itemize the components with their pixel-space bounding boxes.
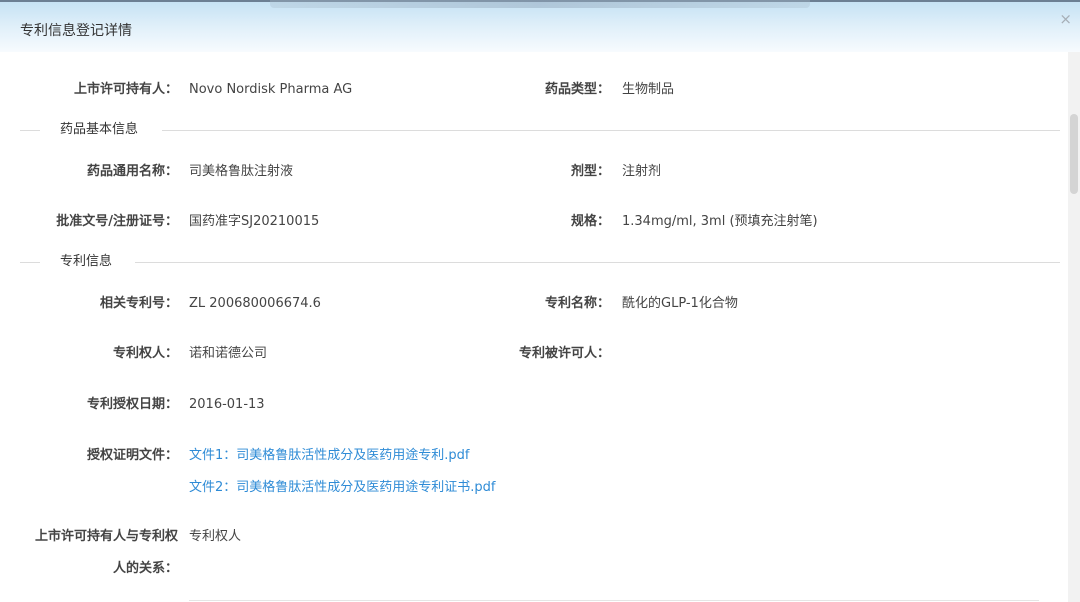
section-patent-label: 专利信息 bbox=[60, 254, 113, 269]
approval-no-label: 批准文号/注册证号： bbox=[56, 214, 178, 229]
relation-label-line1: 上市许可持有人与专利权 bbox=[34, 529, 178, 544]
row-cert-file-2: 文件2：司美格鲁肽活性成分及医药用途专利证书.pdf bbox=[0, 477, 1060, 499]
section-patent-info: 专利信息 bbox=[20, 252, 1060, 272]
row-generic-name: 药品通用名称： 司美格鲁肽注射液 剂型： 注射剂 bbox=[0, 161, 1060, 183]
section-basic-label: 药品基本信息 bbox=[60, 122, 139, 137]
dosage-form-label: 剂型： bbox=[570, 164, 610, 179]
patent-detail-dialog: 专利信息登记详情 × 上市许可持有人： Novo Nordisk Pharma … bbox=[0, 0, 1080, 602]
grant-date-value: 2016-01-13 bbox=[189, 397, 265, 412]
holder-label: 上市许可持有人： bbox=[73, 82, 178, 97]
divider bbox=[162, 130, 1060, 131]
holder-value: Novo Nordisk Pharma AG bbox=[189, 82, 353, 97]
row-cert-file-1: 授权证明文件： 文件1：司美格鲁肽活性成分及医药用途专利.pdf bbox=[0, 445, 1060, 467]
generic-name-value: 司美格鲁肽注射液 bbox=[189, 164, 294, 179]
licensee-label: 专利被许可人： bbox=[518, 346, 610, 361]
divider bbox=[135, 262, 1060, 263]
row-patentee: 专利权人： 诺和诺德公司 专利被许可人： bbox=[0, 343, 1060, 365]
background-page-banner bbox=[270, 0, 810, 8]
row-relation-2: 人的关系： bbox=[0, 558, 1060, 580]
scrollbar[interactable] bbox=[1068, 52, 1080, 602]
spec-label: 规格： bbox=[570, 214, 610, 229]
patentee-label: 专利权人： bbox=[112, 346, 178, 361]
row-approval-no: 批准文号/注册证号： 国药准字SJ20210015 规格： 1.34mg/ml,… bbox=[0, 211, 1060, 233]
patentee-value: 诺和诺德公司 bbox=[189, 346, 268, 361]
relation-value: 专利权人 bbox=[189, 529, 242, 544]
cert-label: 授权证明文件： bbox=[86, 448, 178, 463]
row-holder: 上市许可持有人： Novo Nordisk Pharma AG 药品类型： 生物… bbox=[0, 79, 1060, 101]
patent-name-label: 专利名称： bbox=[544, 296, 610, 311]
cert-file-link[interactable]: 文件2：司美格鲁肽活性成分及医药用途专利证书.pdf bbox=[189, 477, 495, 499]
row-grant-date: 专利授权日期： 2016-01-13 bbox=[0, 394, 1060, 416]
row-relation: 上市许可持有人与专利权 专利权人 bbox=[0, 526, 1060, 548]
dosage-form-value: 注射剂 bbox=[622, 164, 662, 179]
row-patent-no: 相关专利号： ZL 200680006674.6 专利名称： 酰化的GLP-1化… bbox=[0, 293, 1060, 315]
cert-file-link[interactable]: 文件1：司美格鲁肽活性成分及医药用途专利.pdf bbox=[189, 445, 469, 467]
drug-type-value: 生物制品 bbox=[622, 82, 675, 97]
divider bbox=[20, 262, 40, 263]
grant-date-label: 专利授权日期： bbox=[86, 397, 178, 412]
relation-label-line2: 人的关系： bbox=[112, 561, 178, 576]
patent-name-value: 酰化的GLP-1化合物 bbox=[622, 296, 738, 311]
close-icon[interactable]: × bbox=[1059, 12, 1072, 27]
drug-type-label: 药品类型： bbox=[544, 82, 610, 97]
section-basic-info: 药品基本信息 bbox=[20, 120, 1060, 140]
scrollbar-thumb[interactable] bbox=[1070, 114, 1078, 194]
divider bbox=[20, 130, 40, 131]
divider bbox=[189, 600, 1039, 601]
spec-value: 1.34mg/ml, 3ml (预填充注射笔) bbox=[622, 214, 818, 229]
dialog-title: 专利信息登记详情 bbox=[20, 23, 132, 39]
approval-no-value: 国药准字SJ20210015 bbox=[189, 214, 320, 229]
patent-no-value: ZL 200680006674.6 bbox=[189, 296, 321, 311]
patent-no-label: 相关专利号： bbox=[99, 296, 178, 311]
generic-name-label: 药品通用名称： bbox=[86, 164, 178, 179]
dialog-titlebar: 专利信息登记详情 × bbox=[0, 0, 1080, 52]
